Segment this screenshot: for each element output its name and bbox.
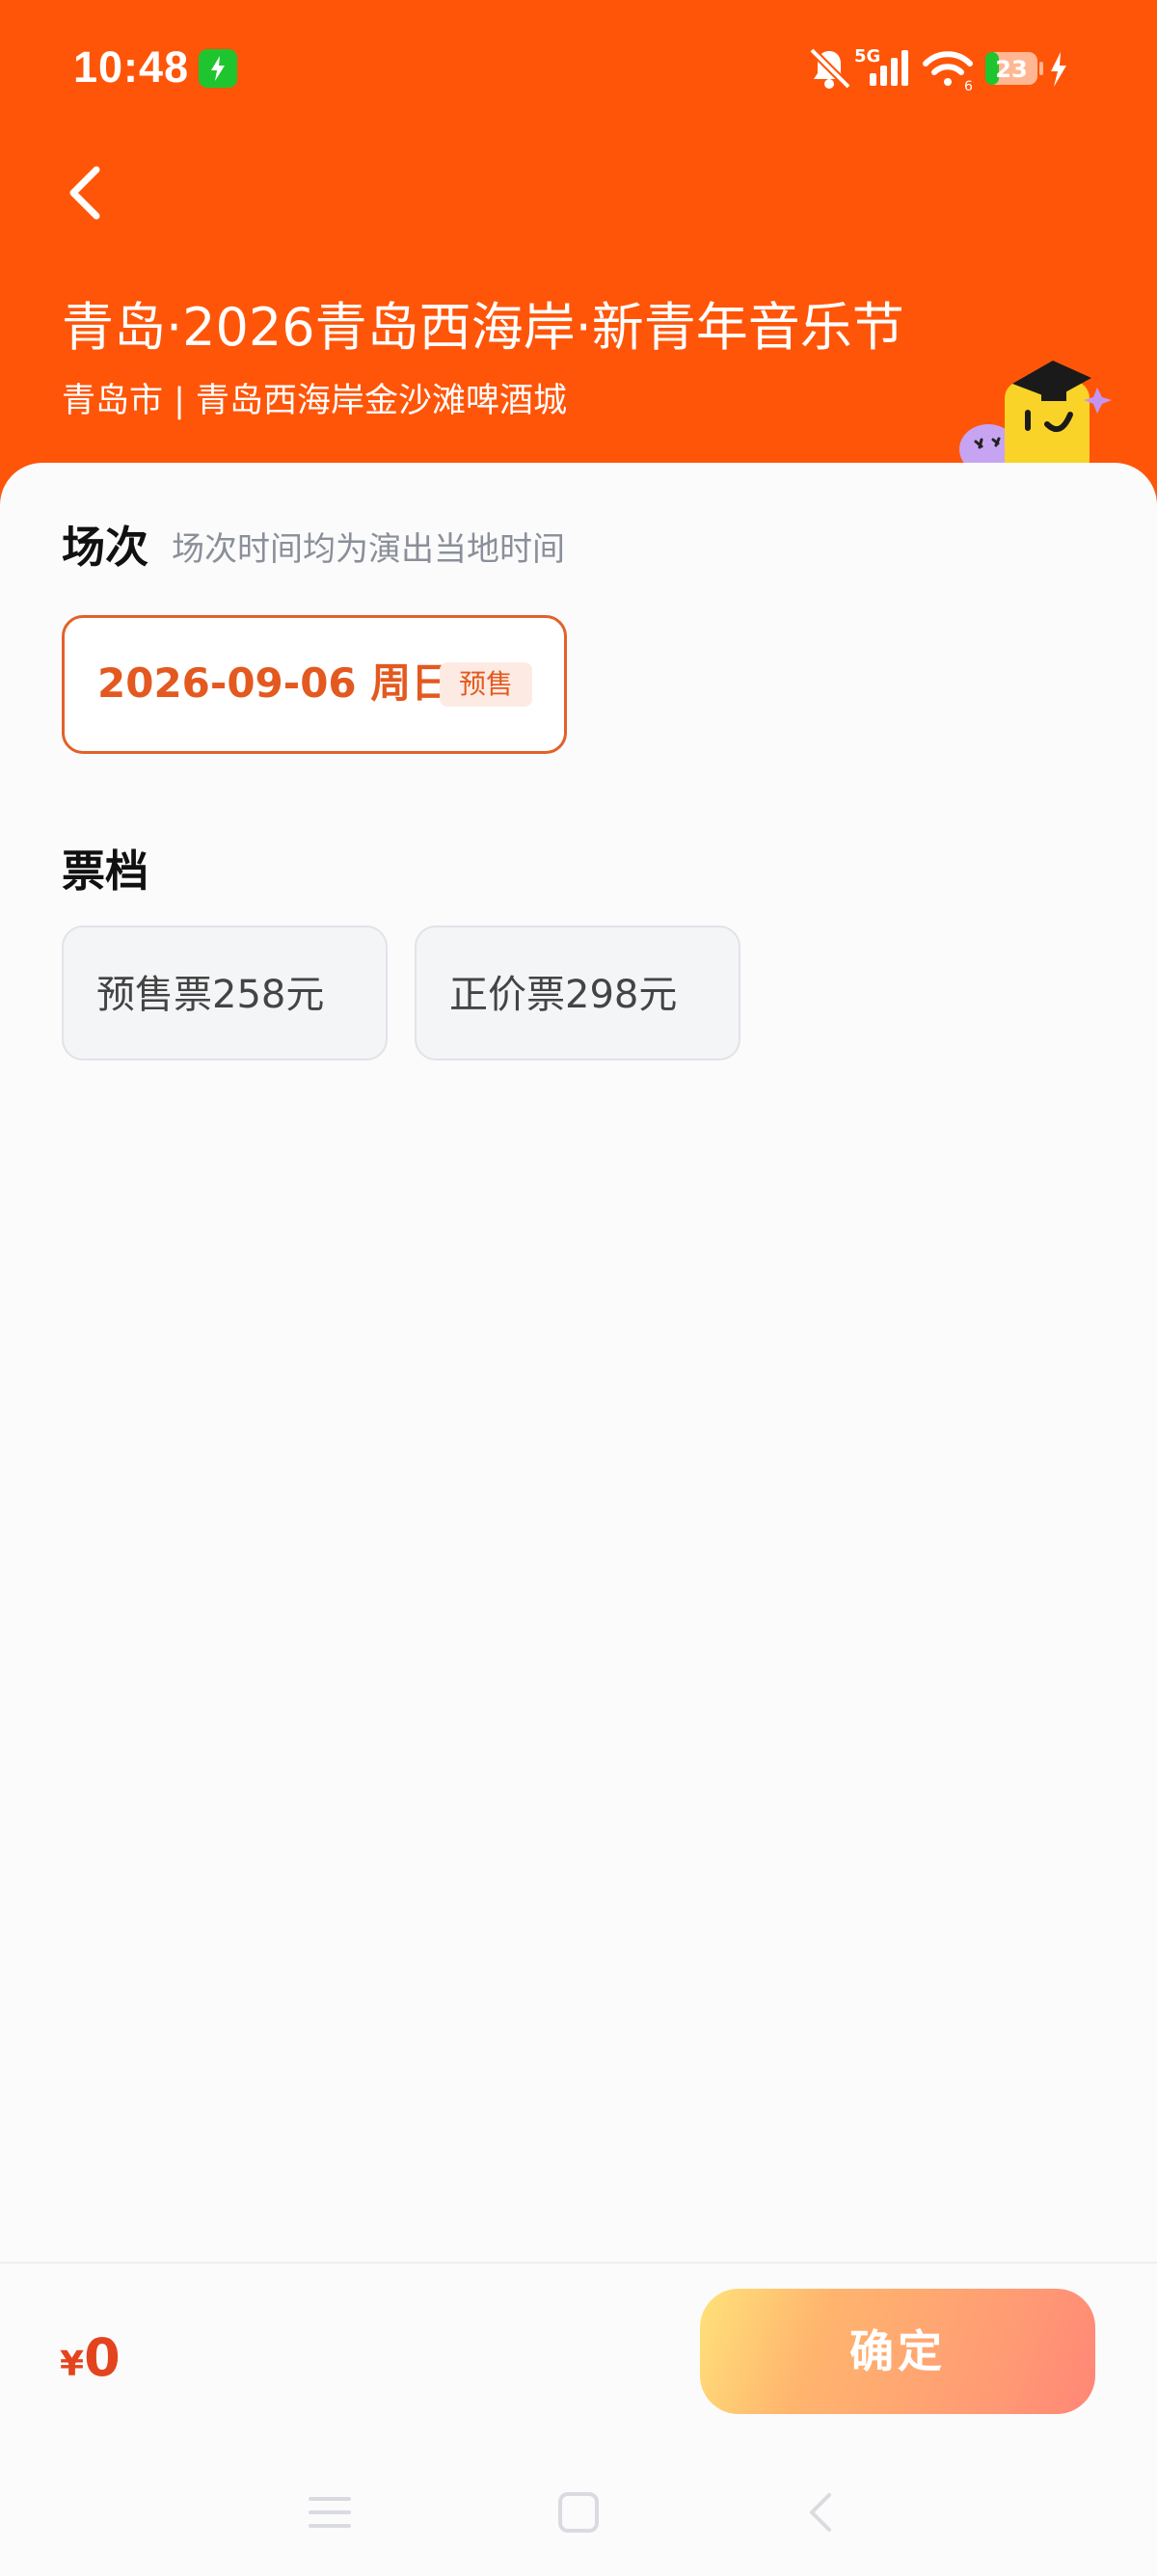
- back-button[interactable]: [58, 154, 116, 231]
- mute-bell-icon: [809, 47, 851, 90]
- ticket-option-presale[interactable]: 预售票258元: [62, 926, 388, 1060]
- session-section-title: 场次: [62, 522, 149, 573]
- total-amount: 0: [84, 2327, 121, 2388]
- total-price: ¥0: [60, 2327, 121, 2388]
- status-icons: 5G 6 23: [804, 42, 1093, 96]
- header: 10:48 5G 6 23 青岛·2026青岛西海岸·新青年音乐节 青岛市 | …: [0, 0, 1157, 540]
- chevron-left-icon: [69, 166, 100, 220]
- status-bar: 10:48 5G 6 23: [0, 0, 1157, 135]
- ticket-option-regular[interactable]: 正价票298元: [415, 926, 740, 1060]
- signal-icon: 5G: [854, 46, 908, 86]
- presale-badge: 预售: [440, 662, 532, 707]
- charging-icon: [199, 49, 237, 88]
- svg-text:23: 23: [995, 56, 1027, 83]
- confirm-button[interactable]: 确定: [700, 2289, 1095, 2414]
- session-date: 2026-09-06 周日: [97, 659, 452, 707]
- status-time: 10:48: [73, 42, 190, 92]
- system-nav-bar: [0, 2449, 1157, 2574]
- bolt-icon: [1051, 52, 1066, 87]
- svg-text:5G: 5G: [854, 46, 880, 67]
- svg-text:6: 6: [964, 79, 973, 94]
- menu-icon[interactable]: [301, 2483, 359, 2541]
- battery-icon: 23: [985, 52, 1043, 85]
- event-venue: 青岛市 | 青岛西海岸金沙滩啤酒城: [62, 382, 568, 420]
- back-icon[interactable]: [793, 2483, 850, 2541]
- session-hint: 场次时间均为演出当地时间: [172, 530, 565, 569]
- mascot-illustration: [956, 355, 1120, 477]
- ticket-section-title: 票档: [62, 845, 149, 897]
- home-icon[interactable]: [550, 2483, 607, 2541]
- wifi-icon: 6: [923, 51, 973, 94]
- session-option-selected[interactable]: 2026-09-06 周日 预售: [62, 615, 567, 754]
- event-title: 青岛·2026青岛西海岸·新青年音乐节: [62, 297, 904, 358]
- currency-symbol: ¥: [60, 2345, 85, 2384]
